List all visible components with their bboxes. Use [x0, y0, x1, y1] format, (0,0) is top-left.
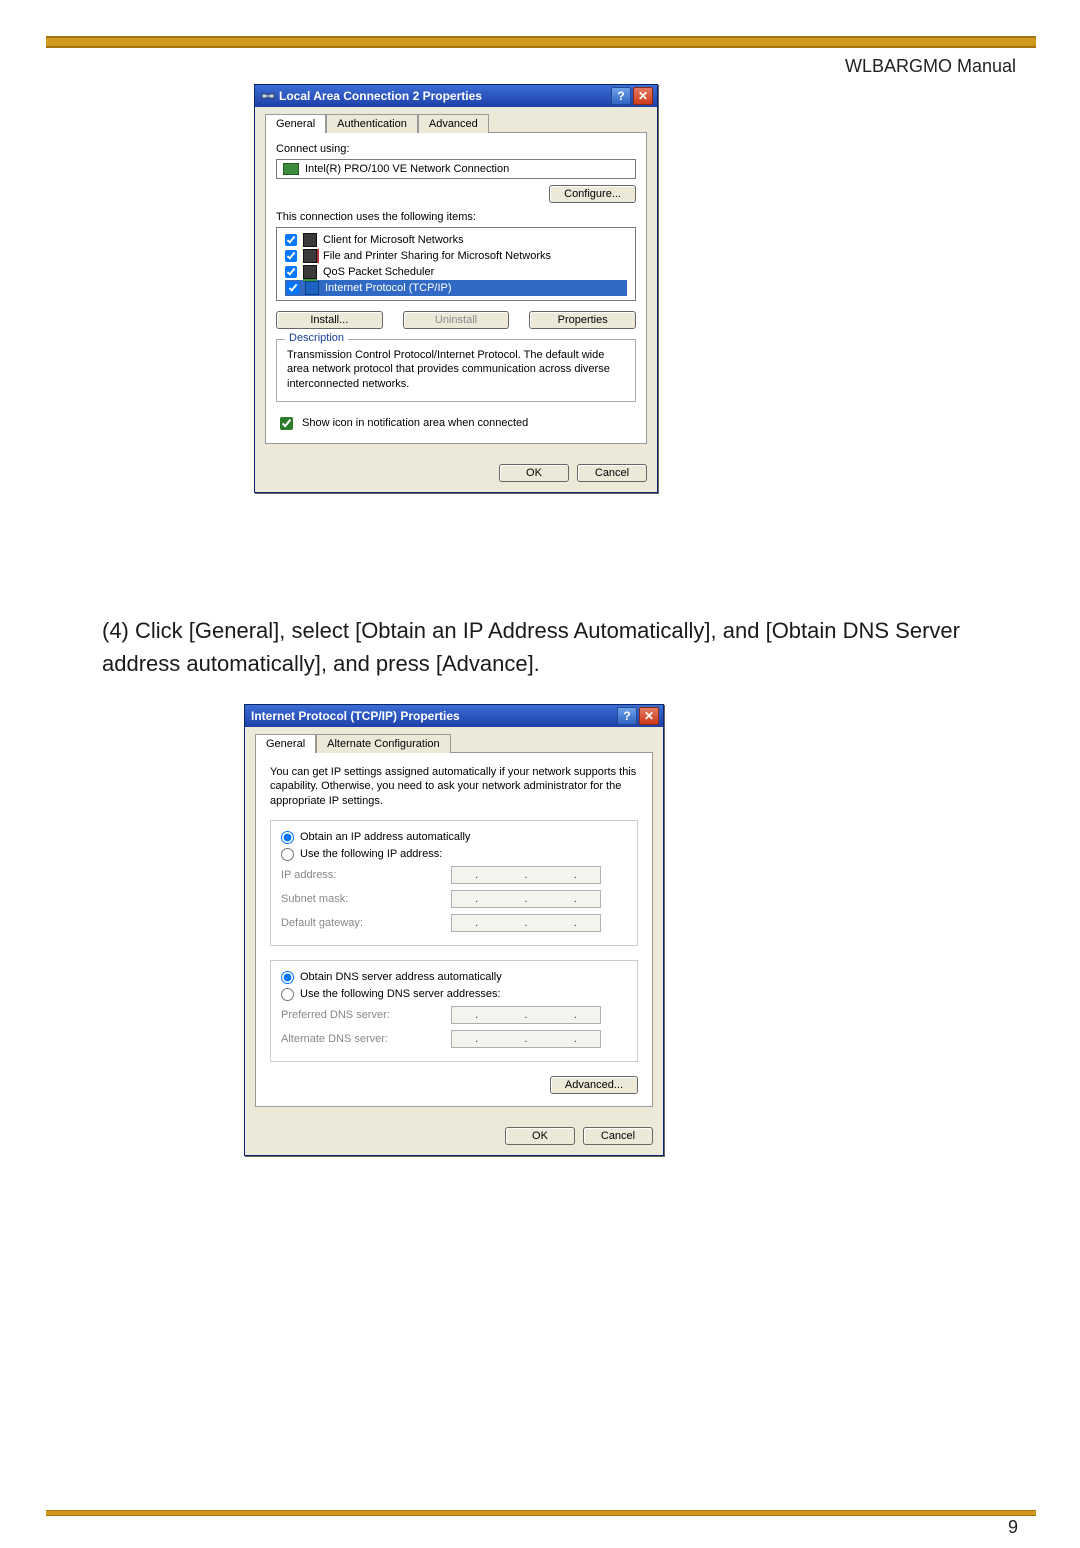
connect-using-label: Connect using:	[276, 143, 636, 155]
adapter-field: Intel(R) PRO/100 VE Network Connection	[276, 159, 636, 179]
ok-button[interactable]: OK	[499, 464, 569, 482]
tabs: General Authentication Advanced	[265, 113, 647, 132]
titlebar: Local Area Connection 2 Properties ? ✕	[255, 85, 657, 107]
help-button[interactable]: ?	[611, 87, 631, 105]
preferred-dns-label: Preferred DNS server:	[281, 1009, 441, 1021]
subnet-mask-label: Subnet mask:	[281, 893, 441, 905]
item-label: Client for Microsoft Networks	[323, 234, 464, 246]
preferred-dns-field: ...	[451, 1006, 601, 1024]
radio-use-ip-label: Use the following IP address:	[300, 848, 442, 860]
description-legend: Description	[285, 332, 348, 344]
show-icon-label: Show icon in notification area when conn…	[302, 417, 528, 429]
connection-properties-dialog: Local Area Connection 2 Properties ? ✕ G…	[254, 84, 658, 493]
page-number: 9	[1008, 1517, 1018, 1538]
item-label: File and Printer Sharing for Microsoft N…	[323, 250, 551, 262]
client-icon	[303, 233, 317, 247]
alternate-dns-field: ...	[451, 1030, 601, 1048]
item-checkbox[interactable]	[285, 266, 297, 278]
list-item: File and Printer Sharing for Microsoft N…	[285, 248, 627, 264]
default-gateway-label: Default gateway:	[281, 917, 441, 929]
tcpip-icon	[305, 281, 319, 295]
items-label: This connection uses the following items…	[276, 211, 636, 223]
description-group: Description Transmission Control Protoco…	[276, 339, 636, 402]
dialog2-title: Internet Protocol (TCP/IP) Properties	[251, 709, 460, 723]
network-icon	[261, 89, 275, 103]
radio-use-dns-label: Use the following DNS server addresses:	[300, 988, 501, 1000]
tab-general[interactable]: General	[255, 734, 316, 753]
radio-use-ip[interactable]	[281, 848, 294, 861]
radio-auto-dns-label: Obtain DNS server address automatically	[300, 971, 502, 983]
list-item: QoS Packet Scheduler	[285, 264, 627, 280]
nic-icon	[283, 163, 299, 175]
tab-authentication[interactable]: Authentication	[326, 114, 418, 133]
advanced-button[interactable]: Advanced...	[550, 1076, 638, 1094]
item-checkbox[interactable]	[287, 282, 299, 294]
properties-button[interactable]: Properties	[529, 311, 636, 329]
tab-alternate[interactable]: Alternate Configuration	[316, 734, 451, 753]
description-text: Transmission Control Protocol/Internet P…	[287, 348, 625, 391]
adapter-name: Intel(R) PRO/100 VE Network Connection	[305, 163, 509, 175]
tcpip-properties-dialog: Internet Protocol (TCP/IP) Properties ? …	[244, 704, 664, 1156]
ip-address-field: ...	[451, 866, 601, 884]
uninstall-button: Uninstall	[403, 311, 510, 329]
alternate-dns-label: Alternate DNS server:	[281, 1033, 441, 1045]
cancel-button[interactable]: Cancel	[577, 464, 647, 482]
radio-auto-dns[interactable]	[281, 971, 294, 984]
top-gold-bar	[46, 36, 1036, 48]
close-button[interactable]: ✕	[633, 87, 653, 105]
manual-title: WLBARGMO Manual	[845, 56, 1016, 77]
cancel-button[interactable]: Cancel	[583, 1127, 653, 1145]
radio-use-dns[interactable]	[281, 988, 294, 1001]
tab-general[interactable]: General	[265, 114, 326, 133]
ip-address-label: IP address:	[281, 869, 441, 881]
configure-button[interactable]: Configure...	[549, 185, 636, 203]
show-icon-checkbox[interactable]	[280, 417, 293, 430]
items-list: Client for Microsoft Networks File and P…	[276, 227, 636, 301]
radio-auto-ip[interactable]	[281, 831, 294, 844]
item-checkbox[interactable]	[285, 234, 297, 246]
tab-advanced[interactable]: Advanced	[418, 114, 489, 133]
dialog1-title: Local Area Connection 2 Properties	[279, 89, 482, 103]
item-label: QoS Packet Scheduler	[323, 266, 434, 278]
list-item: Client for Microsoft Networks	[285, 232, 627, 248]
qos-icon	[303, 265, 317, 279]
list-item-selected: Internet Protocol (TCP/IP)	[285, 280, 627, 296]
install-button[interactable]: Install...	[276, 311, 383, 329]
subnet-mask-field: ...	[451, 890, 601, 908]
share-icon	[303, 249, 317, 263]
help-button[interactable]: ?	[617, 707, 637, 725]
close-button[interactable]: ✕	[639, 707, 659, 725]
bottom-gold-bar	[46, 1510, 1036, 1516]
item-label: Internet Protocol (TCP/IP)	[325, 282, 452, 294]
default-gateway-field: ...	[451, 914, 601, 932]
radio-auto-ip-label: Obtain an IP address automatically	[300, 831, 470, 843]
titlebar: Internet Protocol (TCP/IP) Properties ? …	[245, 705, 663, 727]
instruction-text: (4) Click [General], select [Obtain an I…	[102, 614, 996, 680]
ok-button[interactable]: OK	[505, 1127, 575, 1145]
item-checkbox[interactable]	[285, 250, 297, 262]
intro-text: You can get IP settings assigned automat…	[270, 765, 638, 808]
